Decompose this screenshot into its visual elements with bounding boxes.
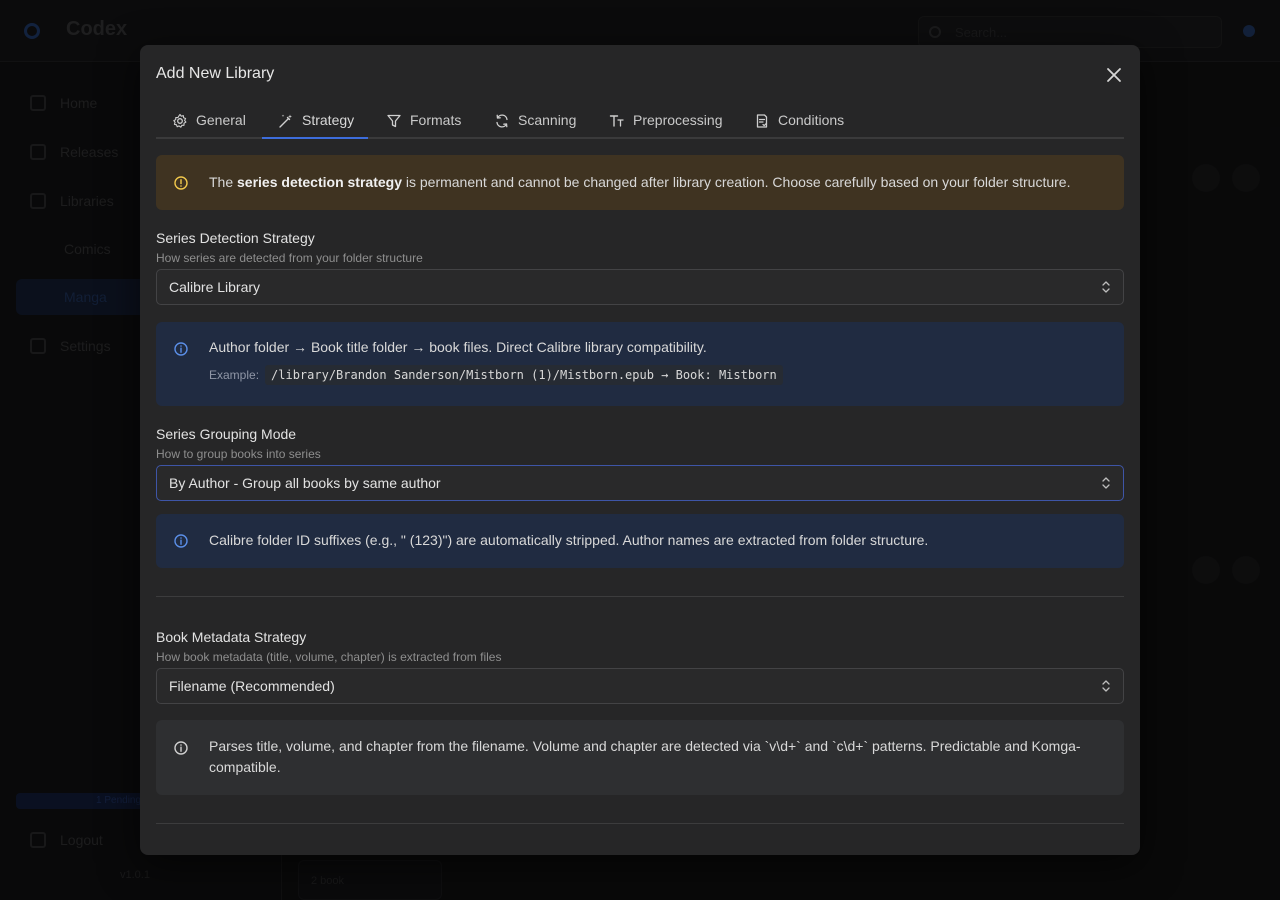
section-divider [156,596,1124,597]
info-icon [174,534,188,548]
chevron-updown-icon [1102,477,1110,489]
chevron-updown-icon [1102,680,1110,692]
tab-bar: General Strategy Formats Scanning Prepro… [156,106,1124,139]
series-grouping-label: Series Grouping Mode [156,426,297,442]
info-icon [174,342,188,356]
modal-title: Add New Library [156,65,275,82]
close-button[interactable] [1102,63,1126,87]
checklist-icon [756,114,768,128]
series-detection-select[interactable]: Calibre Library [156,269,1124,305]
warning-alert: The series detection strategy is permane… [156,155,1124,210]
chevron-updown-icon [1102,281,1110,293]
warning-text-bold: series detection strategy [237,174,402,190]
book-metadata-info-text: Parses title, volume, and chapter from t… [209,738,1081,775]
book-metadata-info: Parses title, volume, and chapter from t… [156,720,1124,795]
select-value: By Author - Group all books by same auth… [169,475,441,491]
series-detection-example: Example: /library/Brandon Sanderson/Mist… [209,365,783,385]
tab-general[interactable]: General [156,106,260,137]
book-metadata-label: Book Metadata Strategy [156,629,307,645]
example-code: /library/Brandon Sanderson/Mistborn (1)/… [265,365,783,385]
tab-label: General [196,112,246,128]
add-library-modal: Add New Library General Strategy Formats… [140,45,1140,855]
tab-label: Preprocessing [633,112,723,128]
select-value: Calibre Library [169,279,261,295]
series-detection-info-text: Author folder → Book title folder → book… [209,339,707,355]
series-grouping-select[interactable]: By Author - Group all books by same auth… [156,465,1124,501]
section-divider [156,823,1124,824]
example-label: Example: [209,368,260,382]
book-metadata-description: How book metadata (title, volume, chapte… [156,650,502,664]
tab-label: Scanning [518,112,577,128]
text-size-icon [609,115,624,127]
info-icon [174,741,188,755]
gear-icon [173,113,187,128]
select-value: Filename (Recommended) [169,678,335,694]
series-detection-label: Series Detection Strategy [156,230,315,246]
series-grouping-info-text: Calibre folder ID suffixes (e.g., " (123… [209,532,929,548]
series-detection-info: Author folder → Book title folder → book… [156,322,1124,406]
series-grouping-info: Calibre folder ID suffixes (e.g., " (123… [156,514,1124,568]
warning-icon [174,176,188,190]
warning-text-prefix: The [209,174,238,190]
tab-label: Conditions [778,112,845,128]
tab-label: Strategy [302,112,355,128]
close-icon [1107,68,1121,82]
tab-label: Formats [410,112,462,128]
series-detection-description: How series are detected from your folder… [156,251,423,265]
refresh-icon [496,114,508,128]
wand-icon [279,114,292,128]
tab-formats[interactable]: Formats [370,106,475,137]
warning-text-suffix: is permanent and cannot be changed after… [401,174,1071,190]
warning-text: The series detection strategy is permane… [209,172,1070,193]
tab-conditions[interactable]: Conditions [738,106,858,137]
tab-scanning[interactable]: Scanning [478,106,590,137]
book-metadata-select[interactable]: Filename (Recommended) [156,668,1124,704]
tab-preprocessing[interactable]: Preprocessing [593,106,737,137]
tab-strategy[interactable]: Strategy [262,106,369,139]
filter-icon [387,114,401,128]
series-grouping-description: How to group books into series [156,447,321,461]
